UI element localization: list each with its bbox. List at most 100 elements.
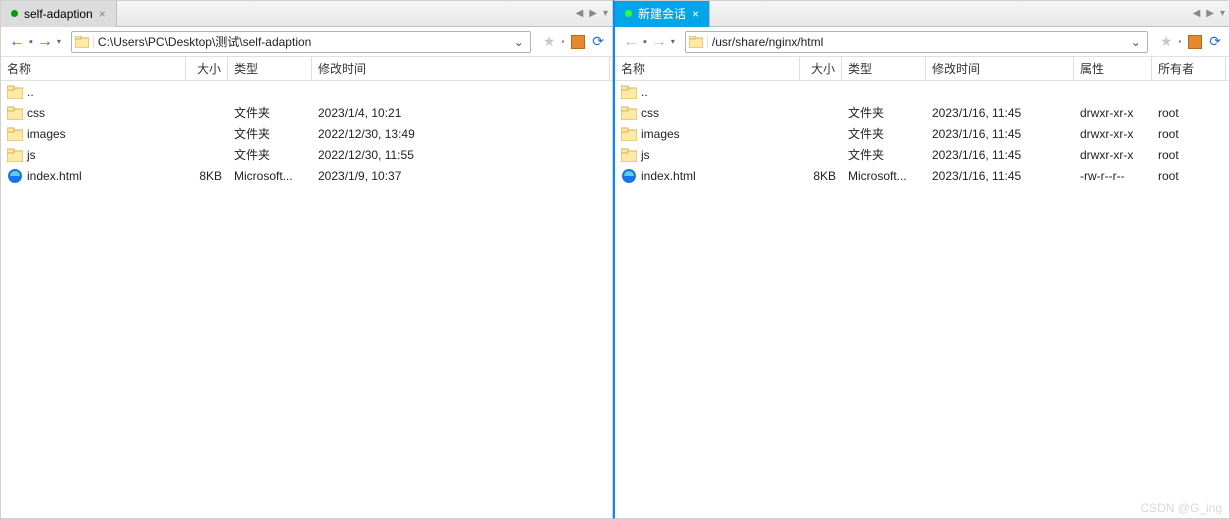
tab-close-icon[interactable]: × [692, 7, 699, 21]
folder-icon [7, 147, 23, 163]
address-input[interactable] [94, 33, 508, 51]
cell-type: Microsoft... [228, 169, 312, 183]
toolbar-left: ← ▪ → ▾ ⌄ ★ ▪ ⟳ [1, 27, 612, 57]
tabnav-prev-icon[interactable]: ◀ [576, 8, 584, 19]
cell-type: 文件夹 [842, 146, 926, 163]
nav-drop-icon[interactable]: ▾ [57, 37, 61, 46]
cell-type: 文件夹 [842, 125, 926, 142]
folder-icon [621, 105, 637, 121]
column-header[interactable]: 名称 [615, 57, 800, 80]
tabnav-prev-icon[interactable]: ◀ [1193, 8, 1201, 19]
cell-name: index.html [615, 168, 800, 184]
cell-type: 文件夹 [228, 125, 312, 142]
tabnav-next-icon[interactable]: ▶ [1206, 8, 1214, 19]
table-row[interactable]: css文件夹2023/1/4, 10:21 [1, 102, 612, 123]
tab-title: self-adaption [24, 7, 93, 21]
address-input[interactable] [708, 33, 1125, 51]
file-name: images [27, 127, 66, 141]
column-header[interactable]: 属性 [1074, 57, 1152, 80]
column-header[interactable]: 类型 [842, 57, 926, 80]
table-row[interactable]: index.html8KBMicrosoft...2023/1/16, 11:4… [615, 165, 1229, 186]
address-drop-icon[interactable]: ⌄ [508, 35, 530, 49]
edge-icon [621, 168, 637, 184]
tabnav-left: ◀ ▶ ▾ [576, 8, 608, 19]
nav-forward-icon[interactable]: → [651, 33, 667, 51]
tabnav-drop-icon[interactable]: ▾ [1220, 8, 1225, 19]
table-row[interactable]: images 文件夹2022/12/30, 13:49 [1, 123, 612, 144]
nav-back-icon[interactable]: ← [623, 33, 639, 51]
file-name: js [27, 148, 36, 162]
cell-name: .. [1, 84, 186, 100]
table-row[interactable]: index.html8KBMicrosoft...2023/1/9, 10:37 [1, 165, 612, 186]
column-header[interactable]: 修改时间 [926, 57, 1074, 80]
toolbar-icons: ★ ▪ ⟳ [1160, 33, 1221, 50]
column-header[interactable]: 大小 [800, 57, 842, 80]
cell-attr: -rw-r--r-- [1074, 169, 1152, 183]
tabnav-drop-icon[interactable]: ▾ [603, 8, 608, 19]
sep-icon: ▪ [561, 37, 564, 46]
nav-drop-icon[interactable]: ▾ [671, 37, 675, 46]
cell-mtime: 2022/12/30, 13:49 [312, 127, 610, 141]
cell-mtime: 2023/1/16, 11:45 [926, 127, 1074, 141]
table-row[interactable]: images文件夹2023/1/16, 11:45drwxr-xr-xroot [615, 123, 1229, 144]
cell-type: Microsoft... [842, 169, 926, 183]
cell-mtime: 2023/1/16, 11:45 [926, 169, 1074, 183]
cell-type: 文件夹 [228, 104, 312, 121]
tab-close-icon[interactable]: × [99, 7, 106, 21]
tabbar-right: 新建会话 × ◀ ▶ ▾ [615, 1, 1229, 27]
cell-name: js [615, 147, 800, 163]
cell-owner: root [1152, 127, 1226, 141]
home-icon[interactable] [1187, 34, 1203, 50]
table-row[interactable]: css文件夹2023/1/16, 11:45drwxr-xr-xroot [615, 102, 1229, 123]
tab-right[interactable]: 新建会话 × [615, 1, 710, 27]
column-header[interactable]: 修改时间 [312, 57, 610, 80]
column-headers-right: 名称大小类型修改时间属性所有者 [615, 57, 1229, 81]
nav-forward-icon[interactable]: → [37, 33, 53, 51]
pane-left: self-adaption × ◀ ▶ ▾ ← ▪ → ▾ ⌄ ★ ▪ ⟳ 名称… [0, 0, 613, 519]
table-row[interactable]: .. [615, 81, 1229, 102]
column-header[interactable]: 所有者 [1152, 57, 1226, 80]
cell-name: css [1, 105, 186, 121]
cell-mtime: 2023/1/16, 11:45 [926, 148, 1074, 162]
cell-attr: drwxr-xr-x [1074, 106, 1152, 120]
column-header[interactable]: 类型 [228, 57, 312, 80]
file-list-left[interactable]: ..css文件夹2023/1/4, 10:21images文件夹2022/12/… [1, 81, 612, 518]
cell-name: index.html [1, 168, 186, 184]
status-dot-icon [11, 10, 18, 17]
folder-icon [686, 36, 708, 48]
cell-name: js [1, 147, 186, 163]
address-bar[interactable]: ⌄ [71, 31, 531, 53]
folder-icon [72, 36, 94, 48]
tabbar-left: self-adaption × ◀ ▶ ▾ [1, 1, 612, 27]
tab-left[interactable]: self-adaption × [1, 1, 117, 27]
folder-icon [7, 105, 23, 121]
folder-icon [7, 84, 23, 100]
cell-type: 文件夹 [842, 104, 926, 121]
star-icon[interactable]: ★ [1160, 33, 1173, 50]
refresh-icon[interactable]: ⟳ [592, 33, 604, 50]
refresh-icon[interactable]: ⟳ [1209, 33, 1221, 50]
cell-owner: root [1152, 169, 1226, 183]
folder-icon [621, 84, 637, 100]
sep-icon: ▪ [1178, 37, 1181, 46]
file-list-right[interactable]: ..css文件夹2023/1/16, 11:45drwxr-xr-xrootim… [615, 81, 1229, 518]
star-icon[interactable]: ★ [543, 33, 556, 50]
file-name: images [641, 127, 680, 141]
cell-mtime: 2023/1/16, 11:45 [926, 106, 1074, 120]
address-bar[interactable]: ⌄ [685, 31, 1148, 53]
cell-name: css [615, 105, 800, 121]
home-icon[interactable] [570, 34, 586, 50]
file-name: .. [27, 85, 34, 99]
nav-back-icon[interactable]: ← [9, 33, 25, 51]
column-header[interactable]: 名称 [1, 57, 186, 80]
cell-size: 8KB [186, 169, 228, 183]
table-row[interactable]: js文件夹2023/1/16, 11:45drwxr-xr-xroot [615, 144, 1229, 165]
edge-icon [7, 168, 23, 184]
address-drop-icon[interactable]: ⌄ [1125, 35, 1147, 49]
tabnav-next-icon[interactable]: ▶ [589, 8, 597, 19]
nav-sep-icon: ▪ [29, 36, 33, 48]
column-header[interactable]: 大小 [186, 57, 228, 80]
table-row[interactable]: .. [1, 81, 612, 102]
table-row[interactable]: js文件夹2022/12/30, 11:55 [1, 144, 612, 165]
cell-size: 8KB [800, 169, 842, 183]
